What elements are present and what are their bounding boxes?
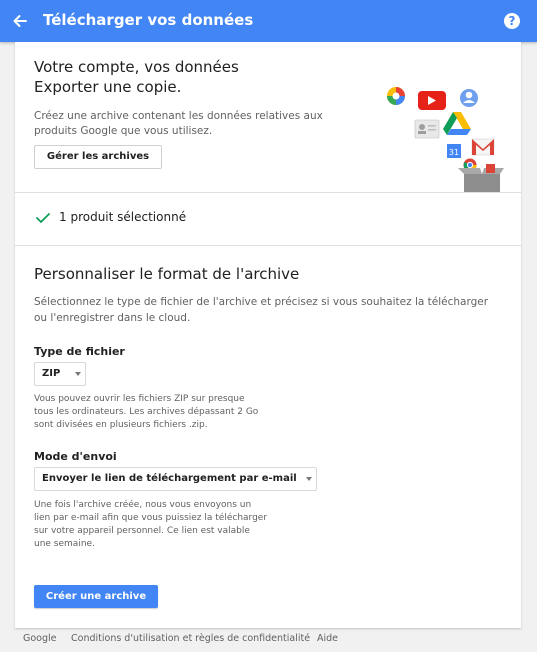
help-icon[interactable]: ? xyxy=(504,13,520,29)
youtube-icon xyxy=(418,91,446,110)
footer-link-terms[interactable]: Conditions d'utilisation et règles de co… xyxy=(71,633,310,644)
file-type-label: Type de fichier xyxy=(34,345,125,358)
format-section-title: Personnaliser le format de l'archive xyxy=(34,265,300,283)
intro-section: Votre compte, vos données Exporter une c… xyxy=(15,42,521,192)
gmail-icon xyxy=(471,138,495,156)
page-title: Télécharger vos données xyxy=(43,11,254,29)
intro-description: Créez une archive contenant les données … xyxy=(34,110,323,137)
svg-text:31: 31 xyxy=(449,148,459,157)
footer-link-help[interactable]: Aide xyxy=(317,633,338,644)
selected-products-label: 1 produit sélectionné xyxy=(59,210,187,224)
drive-icon xyxy=(443,112,471,135)
format-description: Sélectionnez le type de fichier de l'arc… xyxy=(34,296,489,324)
check-icon xyxy=(36,213,50,223)
account-icon xyxy=(460,89,478,107)
file-type-select[interactable]: ZIP xyxy=(34,362,86,386)
headline-secondary: Exporter une copie. xyxy=(34,78,182,96)
file-type-value: ZIP xyxy=(42,368,61,379)
google-products-illustration: 31 xyxy=(387,87,504,192)
file-type-help: Vous pouvez ouvrir les fichiers ZIP sur … xyxy=(34,394,259,430)
photos-icon xyxy=(387,87,405,105)
dropdown-caret-icon xyxy=(75,372,81,376)
divider xyxy=(15,245,521,246)
contacts-icon xyxy=(414,119,440,139)
delivery-method-select[interactable]: Envoyer le lien de téléchargement par e-… xyxy=(34,467,317,491)
dropdown-caret-icon xyxy=(306,477,312,481)
headline-primary: Votre compte, vos données xyxy=(34,58,239,76)
top-app-bar: Télécharger vos données ? xyxy=(0,0,537,42)
calendar-icon: 31 xyxy=(447,144,461,158)
archive-box-icon xyxy=(458,164,504,192)
footer-link-google[interactable]: Google xyxy=(23,633,57,644)
manage-archives-button[interactable]: Gérer les archives xyxy=(34,145,162,169)
delivery-method-label: Mode d'envoi xyxy=(34,450,117,463)
back-arrow-icon[interactable] xyxy=(10,11,30,31)
selected-products-row[interactable]: 1 produit sélectionné xyxy=(15,193,521,245)
delivery-method-value: Envoyer le lien de téléchargement par e-… xyxy=(42,473,297,484)
main-card: Votre compte, vos données Exporter une c… xyxy=(15,42,521,628)
create-archive-button[interactable]: Créer une archive xyxy=(34,585,158,608)
delivery-method-help: Une fois l'archive créée, nous vous envo… xyxy=(34,500,268,549)
